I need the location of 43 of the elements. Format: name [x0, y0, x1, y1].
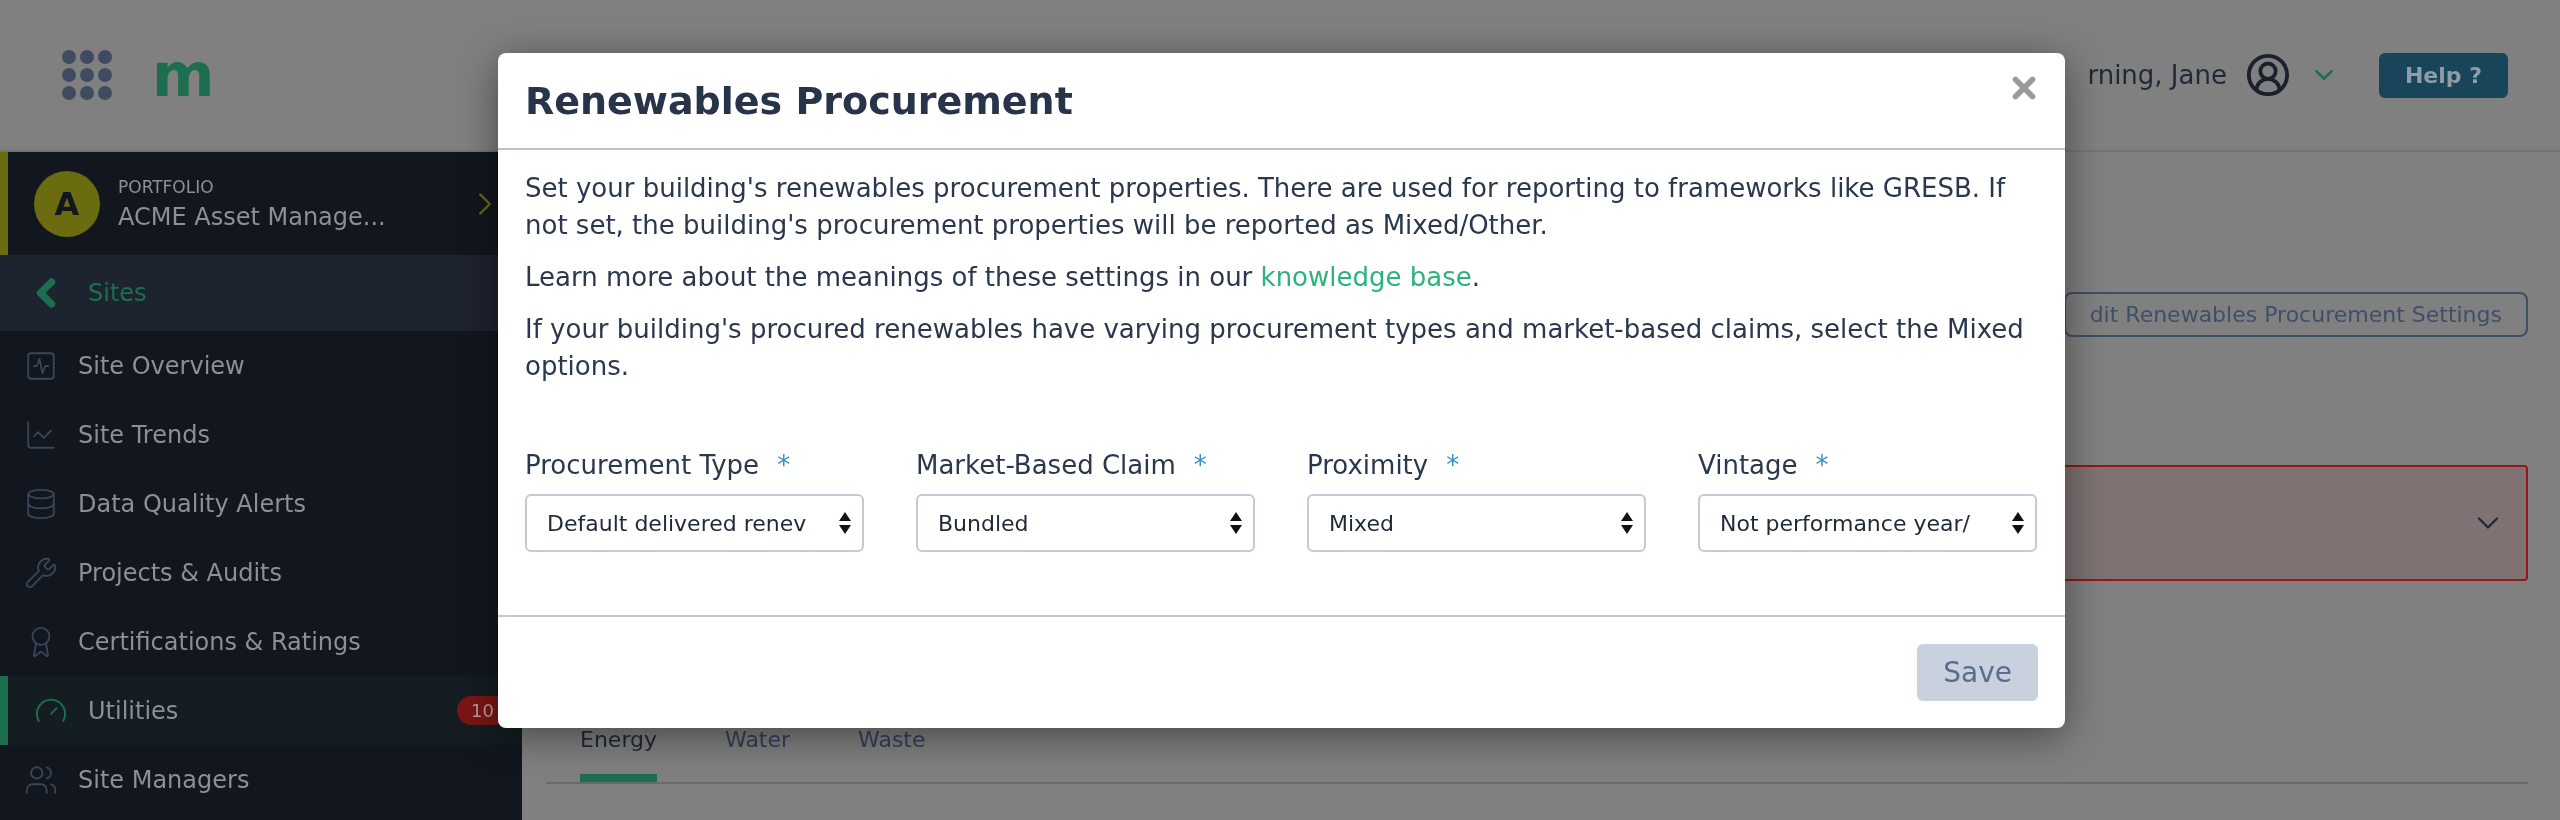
learn-more-paragraph: Learn more about the meanings of these settings in our knowledge base.: [525, 261, 1482, 294]
sidebar-item[interactable]: Site Trends: [0, 400, 522, 469]
modal-title: Renewables Procurement: [525, 78, 1073, 123]
sidebar-item-label: Site Overview: [78, 351, 246, 380]
greeting-text: rning, Jane: [2087, 60, 2227, 90]
sort-arrows-icon: [838, 511, 852, 535]
sidebar-item[interactable]: Projects & Audits: [0, 538, 522, 607]
required-mark: *: [777, 450, 791, 480]
sidebar-item-label: Site Managers: [78, 765, 251, 794]
field-label: Procurement Type: [525, 450, 760, 480]
sidebar-item[interactable]: Utilities 10: [0, 676, 522, 745]
sidebar-item[interactable]: Site Overview: [0, 331, 522, 400]
sidebar-item-label: Certifications & Ratings: [78, 627, 362, 656]
select-field[interactable]: Bundled: [916, 494, 1255, 552]
field-label: Proximity: [1307, 450, 1429, 480]
portfolio-label: PORTFOLIO: [118, 176, 215, 197]
help-button[interactable]: Help ?: [2378, 52, 2508, 98]
sidebar-item[interactable]: Certifications & Ratings: [0, 607, 522, 676]
required-mark: *: [1815, 450, 1829, 480]
sidebar-item-label: Projects & Audits: [78, 558, 284, 587]
select-field[interactable]: Mixed: [1307, 494, 1646, 552]
field-label: Market-Based Claim: [916, 450, 1176, 480]
select-field[interactable]: Not performance year/: [1698, 494, 2037, 552]
required-mark: *: [1193, 450, 1207, 480]
intro-paragraph: Set your building's renewables procurement properties. There are used for reporting to frameworks like GRESB. If not set, the building's procurement properties will be reported as Mixed/Other.: [525, 172, 2007, 242]
sort-arrows-icon: [1229, 511, 1243, 535]
field-label: Vintage: [1698, 450, 1798, 480]
sidebar-item-label: Site Trends: [78, 420, 211, 449]
database-icon: [24, 486, 58, 521]
portfolio-name: ACME Asset Manage...: [118, 202, 387, 231]
sidebar-item[interactable]: Site Managers: [0, 745, 522, 814]
sidebar-item-label: Data Quality Alerts: [78, 489, 307, 518]
mixed-note-paragraph: If your building's procured renewables have varying procurement types and market-based claims, select the Mixed options.: [525, 313, 2025, 383]
sort-arrows-icon: [2011, 511, 2025, 535]
sort-arrows-icon: [1620, 511, 1634, 535]
app-grid-icon[interactable]: [62, 50, 112, 100]
sidebar-item-label: Utilities: [88, 696, 180, 725]
user-avatar-icon[interactable]: [2244, 52, 2291, 98]
portfolio-avatar: A: [34, 170, 100, 237]
sidebar-item[interactable]: Data Quality Alerts: [0, 469, 522, 538]
wrench-icon: [24, 555, 58, 590]
select-field[interactable]: Default delivered renev: [525, 494, 864, 552]
required-mark: *: [1446, 450, 1460, 480]
